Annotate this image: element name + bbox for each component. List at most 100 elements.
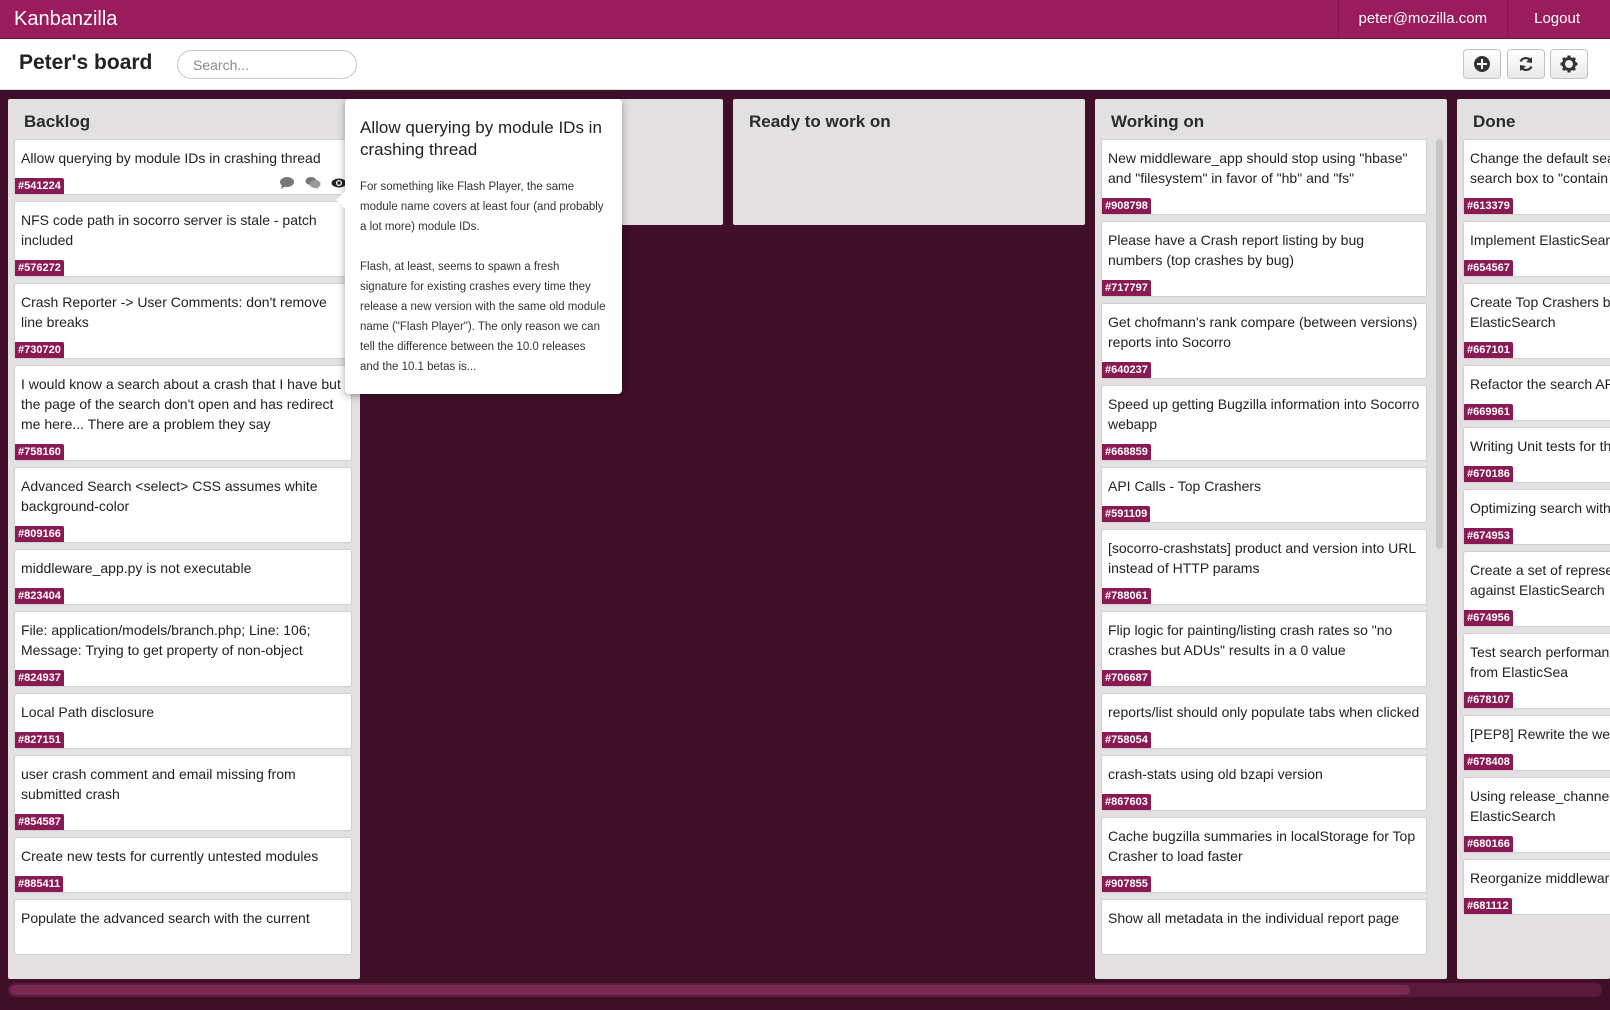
card[interactable]: NFS code path in socorro server is stale… xyxy=(14,201,352,277)
card[interactable]: reports/list should only populate tabs w… xyxy=(1101,693,1427,749)
settings-button[interactable] xyxy=(1550,49,1588,79)
logout-link[interactable]: Logout xyxy=(1507,0,1610,39)
bug-id-badge[interactable]: #730720 xyxy=(15,342,64,358)
bug-id-badge[interactable]: #576272 xyxy=(15,260,64,276)
card[interactable]: user crash comment and email missing fro… xyxy=(14,755,352,831)
card[interactable]: Reorganize middleware #681112 xyxy=(1463,859,1610,915)
card-list: Change the default sea search box to "co… xyxy=(1463,139,1610,921)
card-title: Writing Unit tests for th xyxy=(1470,438,1610,454)
card[interactable]: Test search performan results from Elast… xyxy=(1463,633,1610,709)
bug-id-badge[interactable]: #591109 xyxy=(1102,506,1151,522)
user-email-link[interactable]: peter@mozilla.com xyxy=(1337,0,1508,39)
card[interactable]: crash-stats using old bzapi version #8676… xyxy=(1101,755,1427,811)
bug-id-badge[interactable]: #788061 xyxy=(1102,588,1151,604)
card[interactable]: Get chofmann's rank compare (between ver… xyxy=(1101,303,1427,379)
card[interactable]: Crash Reporter -> User Comments: don't r… xyxy=(14,283,352,359)
bug-id-badge[interactable]: #669961 xyxy=(1464,404,1513,420)
card[interactable]: Advanced Search <select> CSS assumes whi… xyxy=(14,467,352,543)
card-title: Advanced Search <select> CSS assumes whi… xyxy=(21,478,318,514)
comment-icon[interactable] xyxy=(279,176,295,190)
column-title: Backlog xyxy=(24,112,91,131)
bug-id-badge[interactable]: #678408 xyxy=(1464,754,1513,770)
card[interactable]: API Calls - Top Crashers #591109 xyxy=(1101,467,1427,523)
bug-id-badge[interactable]: #867603 xyxy=(1102,794,1151,810)
bug-id-badge[interactable]: #809166 xyxy=(15,526,64,542)
card-title: Using release_channel ElasticSearch xyxy=(1470,788,1610,824)
column-scrollbar[interactable] xyxy=(1436,139,1443,549)
bug-id-badge[interactable]: #678107 xyxy=(1464,692,1513,708)
card[interactable]: Populate the advanced search with the cu… xyxy=(14,899,352,955)
bug-id-badge[interactable]: #654567 xyxy=(1464,260,1513,276)
card[interactable]: I would know a search about a crash that… xyxy=(14,365,352,461)
card[interactable]: Cache bugzilla summaries in localStorage… xyxy=(1101,817,1427,893)
bug-id-badge[interactable]: #668859 xyxy=(1102,444,1151,460)
card-title: Please have a Crash report listing by bu… xyxy=(1108,232,1365,268)
card-detail-popover: Allow querying by module IDs in crashing… xyxy=(336,99,622,394)
bug-id-badge[interactable]: #907855 xyxy=(1102,876,1151,892)
bug-id-badge[interactable]: #908798 xyxy=(1102,198,1151,214)
bug-id-badge[interactable]: #824937 xyxy=(15,670,64,686)
card[interactable]: Flip logic for painting/listing crash ra… xyxy=(1101,611,1427,687)
board-scrollbar-thumb[interactable] xyxy=(10,985,1410,995)
card-title: Local Path disclosure xyxy=(21,704,155,720)
card-list: Allow querying by module IDs in crashing… xyxy=(14,139,352,961)
card-title: Create new tests for currently untested … xyxy=(21,848,319,864)
bug-id-badge[interactable]: #681112 xyxy=(1464,898,1512,914)
bug-id-badge[interactable]: #640237 xyxy=(1102,362,1151,378)
card[interactable]: Using release_channel ElasticSearch #6801… xyxy=(1463,777,1610,853)
bug-id-badge[interactable]: #674953 xyxy=(1464,528,1513,544)
bug-id-badge[interactable]: #717797 xyxy=(1102,280,1151,296)
card-title: Get chofmann's rank compare (between ver… xyxy=(1108,314,1418,350)
bug-id-badge[interactable]: #680166 xyxy=(1464,836,1513,852)
brand-logo[interactable]: Kanbanzilla xyxy=(14,8,117,31)
bug-id-badge[interactable]: #758054 xyxy=(1102,732,1151,748)
card-title: Implement ElasticSearc xyxy=(1470,232,1610,248)
card[interactable]: Create Top Crashers by using ElasticSear… xyxy=(1463,283,1610,359)
bug-id-badge[interactable]: #667101 xyxy=(1464,342,1513,358)
card[interactable]: [PEP8] Rewrite the we #678408 xyxy=(1463,715,1610,771)
refresh-button[interactable] xyxy=(1507,49,1545,79)
card-title: Reorganize middleware xyxy=(1470,870,1610,886)
card[interactable]: Please have a Crash report listing by bu… xyxy=(1101,221,1427,297)
bug-id-badge[interactable]: #823404 xyxy=(15,588,64,604)
card[interactable]: Optimizing search with #674953 xyxy=(1463,489,1610,545)
card[interactable]: Create new tests for currently untested … xyxy=(14,837,352,893)
card[interactable]: File: application/models/branch.php; Lin… xyxy=(14,611,352,687)
card-title: [socorro-crashstats] product and version… xyxy=(1108,540,1416,576)
card-title: Cache bugzilla summaries in localStorage… xyxy=(1108,828,1416,864)
bug-id-badge[interactable]: #674956 xyxy=(1464,610,1513,626)
card[interactable]: Show all metadata in the individual repo… xyxy=(1101,899,1427,955)
card[interactable]: Allow querying by module IDs in crashing… xyxy=(14,139,352,195)
column-title: Working on xyxy=(1111,112,1205,131)
column-title: Done xyxy=(1473,112,1516,131)
bug-id-badge[interactable]: #854587 xyxy=(15,814,64,830)
card[interactable]: New middleware_app should stop using "hb… xyxy=(1101,139,1427,215)
card[interactable]: Create a set of represe against ElasticS… xyxy=(1463,551,1610,627)
comments-icon[interactable] xyxy=(305,176,321,190)
bug-id-badge[interactable]: #613379 xyxy=(1464,198,1513,214)
navbar-right: peter@mozilla.com Logout xyxy=(1337,0,1610,39)
bug-id-badge[interactable]: #670186 xyxy=(1464,466,1513,482)
bug-id-badge[interactable]: #885411 xyxy=(15,876,64,892)
card[interactable]: Speed up getting Bugzilla information in… xyxy=(1101,385,1427,461)
bug-id-badge[interactable]: #758160 xyxy=(15,444,64,460)
bug-id-badge[interactable]: #827151 xyxy=(15,732,64,748)
board-title: Peter's board xyxy=(19,51,153,74)
card[interactable]: Writing Unit tests for th #670186 xyxy=(1463,427,1610,483)
card[interactable]: Change the default sea search box to "co… xyxy=(1463,139,1610,215)
popover-description: For something like Flash Player, the sam… xyxy=(360,181,606,373)
card[interactable]: middleware_app.py is not executable #8234… xyxy=(14,549,352,605)
card[interactable]: [socorro-crashstats] product and version… xyxy=(1101,529,1427,605)
card-title: Show all metadata in the individual repo… xyxy=(1108,910,1400,926)
bug-id-badge[interactable]: #541224 xyxy=(15,178,64,194)
card[interactable]: Refactor the search AP #669961 xyxy=(1463,365,1610,421)
search-input[interactable] xyxy=(177,50,357,79)
bug-id-badge[interactable]: #706687 xyxy=(1102,670,1151,686)
card-list: New middleware_app should stop using "hb… xyxy=(1101,139,1427,961)
card-title: Speed up getting Bugzilla information in… xyxy=(1108,396,1420,432)
column-title: Ready to work on xyxy=(749,112,891,131)
add-card-button[interactable] xyxy=(1463,49,1501,79)
card-title: Optimizing search with xyxy=(1470,500,1610,516)
card[interactable]: Implement ElasticSearc #654567 xyxy=(1463,221,1610,277)
card[interactable]: Local Path disclosure #827151 xyxy=(14,693,352,749)
